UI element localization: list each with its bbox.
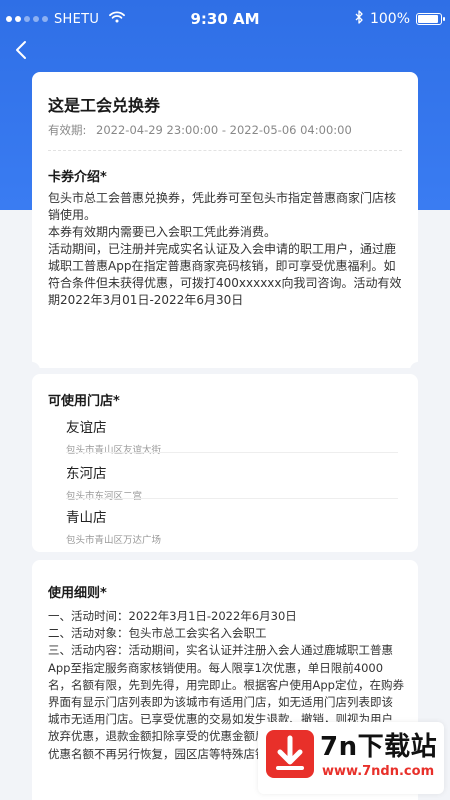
store-address: 包头市东河区二宫 xyxy=(66,491,143,502)
validity-label: 有效期: xyxy=(48,123,87,137)
coupon-title: 这是工会兑换券 xyxy=(48,96,161,115)
watermark-url: www.7ndn.com xyxy=(322,764,435,779)
store-address: 包头市青山区友谊大街 xyxy=(66,445,162,456)
download-arrow-icon xyxy=(266,730,314,778)
rule-line: 一、活动时间：2022年3月1日-2022年6月30日 xyxy=(48,609,297,623)
intro-title: 卡券介绍* xyxy=(48,170,107,185)
validity-value: 2022-04-29 23:00:00 - 2022-05-06 04:00:0… xyxy=(96,123,352,137)
stores-card: 可使用门店* 友谊店 包头市青山区友谊大街 东河店 包头市东河区二宫 青山店 包… xyxy=(32,374,418,552)
back-button[interactable] xyxy=(10,38,34,62)
validity-row: 有效期: 2022-04-29 23:00:00 - 2022-05-06 04… xyxy=(48,122,352,138)
store-divider xyxy=(66,498,398,499)
site-watermark: 7n下载站 www.7ndn.com xyxy=(258,722,444,794)
store-name: 青山店 xyxy=(66,510,107,526)
coupon-card: 这是工会兑换券 有效期: 2022-04-29 23:00:00 - 2022-… xyxy=(32,72,418,368)
intro-paragraph: 活动期间，已注册并完成实名认证及入会申请的职工用户，通过鹿城职工普惠App在指定… xyxy=(48,242,402,307)
stores-title: 可使用门店* xyxy=(48,394,120,409)
status-bar: SHETU 9:30 AM 100% xyxy=(0,0,450,40)
store-item[interactable]: 东河店 包头市东河区二宫 xyxy=(66,462,386,502)
store-divider xyxy=(66,452,398,453)
bluetooth-icon xyxy=(355,10,364,28)
chevron-left-icon xyxy=(16,41,26,59)
intro-paragraph: 本券有效期内需要已入会职工凭此券消费。 xyxy=(48,225,277,239)
intro-paragraph: 包头市总工会普惠兑换券，凭此券可至包头市指定普惠商家门店核销使用。 xyxy=(48,191,397,222)
status-right: 100% xyxy=(355,10,445,28)
store-item[interactable]: 青山店 包头市青山区万达广场 xyxy=(66,506,386,546)
rule-line: 二、活动对象：包头市总工会实名入会职工 xyxy=(48,626,267,641)
store-name: 东河店 xyxy=(66,466,107,482)
rules-title: 使用细则* xyxy=(48,586,107,601)
divider xyxy=(48,150,402,151)
store-name: 友谊店 xyxy=(66,420,107,436)
watermark-brand: 7n下载站 xyxy=(320,732,438,762)
store-address: 包头市青山区万达广场 xyxy=(66,535,162,546)
battery-icon xyxy=(416,13,445,25)
store-item[interactable]: 友谊店 包头市青山区友谊大街 xyxy=(66,416,386,456)
battery-percent: 100% xyxy=(369,11,410,27)
intro-description: 包头市总工会普惠兑换券，凭此券可至包头市指定普惠商家门店核销使用。 本券有效期内… xyxy=(48,190,404,309)
